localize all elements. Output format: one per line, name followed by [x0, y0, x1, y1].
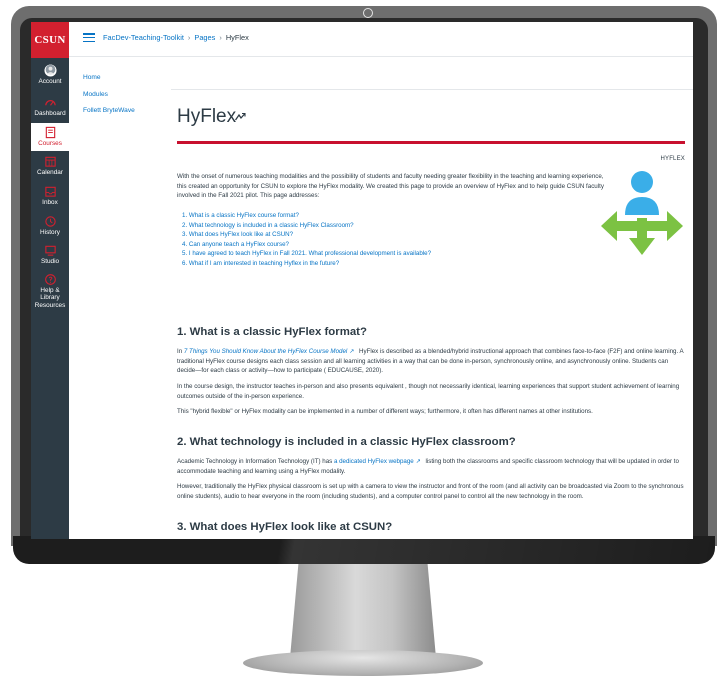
global-nav: CSUN Account Dashboard Courses Calendar … [31, 22, 69, 539]
breadcrumb-separator: › [219, 33, 222, 42]
external-link-icon: ↗ [349, 349, 355, 355]
global-nav-label: Inbox [42, 199, 58, 206]
text-run: Academic Technology in Information Techn… [177, 458, 334, 465]
global-nav-label: Dashboard [34, 110, 66, 117]
global-nav-label: History [40, 229, 60, 236]
page-title: HyFlex [177, 106, 237, 127]
course-nav: Home Modules Follett BryteWave [83, 70, 135, 120]
avatar-icon [43, 64, 57, 77]
global-nav-label: Courses [38, 140, 62, 147]
calendar-icon [44, 156, 56, 167]
global-nav-help[interactable]: Help & Library Resources [31, 273, 69, 309]
section-heading: 1. What is a classic HyFlex format? [177, 326, 367, 338]
toc-item[interactable]: 3. What does HyFlex look like at CSUN? [182, 230, 431, 240]
global-nav-courses[interactable]: Courses [31, 123, 69, 151]
section-heading: 2. What technology is included in a clas… [177, 436, 516, 448]
section-heading: 3. What does HyFlex look like at CSUN? [177, 521, 393, 533]
breadcrumb-current: HyFlex [225, 33, 249, 42]
global-nav-dashboard[interactable]: Dashboard [31, 96, 69, 117]
breadcrumb: FacDev-Teaching-Toolkit › Pages › HyFlex [69, 22, 693, 57]
toc-item[interactable]: 2. What technology is included in a clas… [182, 221, 431, 231]
toc-item[interactable]: 5. I have agreed to teach HyFlex in Fall… [182, 249, 431, 259]
global-nav-label: Account [38, 78, 62, 85]
hyflex-label: HYFLEX [660, 156, 685, 162]
toc-item[interactable]: 4. Can anyone teach a HyFlex course? [182, 240, 431, 250]
studio-icon [44, 245, 56, 256]
intro-paragraph: With the onset of numerous teaching moda… [177, 173, 604, 199]
monitor-chin [13, 536, 715, 564]
things-to-know-link[interactable]: 7 Things You Should Know About the HyFle… [184, 348, 347, 355]
global-nav-history[interactable]: History [31, 215, 69, 236]
section1-paragraph-2: In the course design, the instructor tea… [177, 383, 680, 400]
breadcrumb-pages-link[interactable]: Pages [194, 33, 215, 42]
hyflex-person-arrows-icon [601, 171, 683, 255]
header-divider [171, 89, 693, 90]
hyflex-webpage-link[interactable]: a dedicated HyFlex webpage [334, 458, 414, 465]
toc-item[interactable]: 6. What if I am interested in teaching H… [182, 259, 431, 269]
breadcrumb-trail: FacDev-Teaching-Toolkit › Pages › HyFlex [103, 33, 249, 42]
dashboard-icon [44, 100, 56, 106]
global-nav-inbox[interactable]: Inbox [31, 185, 69, 206]
section2-paragraph-1: Academic Technology in Information Techn… [177, 457, 685, 476]
hamburger-menu-icon[interactable] [83, 33, 95, 43]
table-of-contents: 1. What is a classic HyFlex course forma… [177, 211, 431, 269]
global-nav-label: Studio [40, 258, 60, 265]
global-nav-label: Help & Library Resources [34, 287, 66, 309]
section1-paragraph-1: In 7 Things You Should Know About the Hy… [177, 347, 685, 376]
course-nav-modules[interactable]: Modules [83, 87, 135, 104]
global-nav-calendar[interactable]: Calendar [31, 155, 69, 176]
global-nav-studio[interactable]: Studio [31, 244, 69, 265]
breadcrumb-separator: › [187, 33, 191, 42]
history-icon [44, 216, 56, 227]
published-icon [235, 113, 246, 121]
csun-logo[interactable]: CSUN [31, 22, 69, 58]
section2-paragraph-2: However, traditionally the HyFlex physic… [177, 483, 684, 500]
monitor-base [243, 650, 483, 676]
title-rule [177, 141, 685, 144]
breadcrumb-course-link[interactable]: FacDev-Teaching-Toolkit [103, 33, 184, 42]
toc-item[interactable]: 1. What is a classic HyFlex course forma… [182, 211, 431, 221]
courses-icon [45, 126, 55, 139]
course-nav-home[interactable]: Home [83, 70, 135, 87]
inbox-icon [44, 186, 56, 197]
global-nav-account[interactable]: Account [31, 64, 69, 85]
help-icon [44, 274, 56, 285]
screen: CSUN Account Dashboard Courses Calendar … [31, 22, 693, 539]
text-run: In [177, 348, 184, 355]
external-link-icon: ↗ [415, 459, 421, 465]
global-nav-label: Calendar [37, 169, 63, 176]
monitor-stand [290, 560, 436, 658]
webcam-icon [363, 8, 373, 18]
section1-paragraph-3: This "hybrid flexible" or HyFlex modalit… [177, 408, 593, 415]
course-nav-follett[interactable]: Follett BryteWave [83, 103, 135, 120]
